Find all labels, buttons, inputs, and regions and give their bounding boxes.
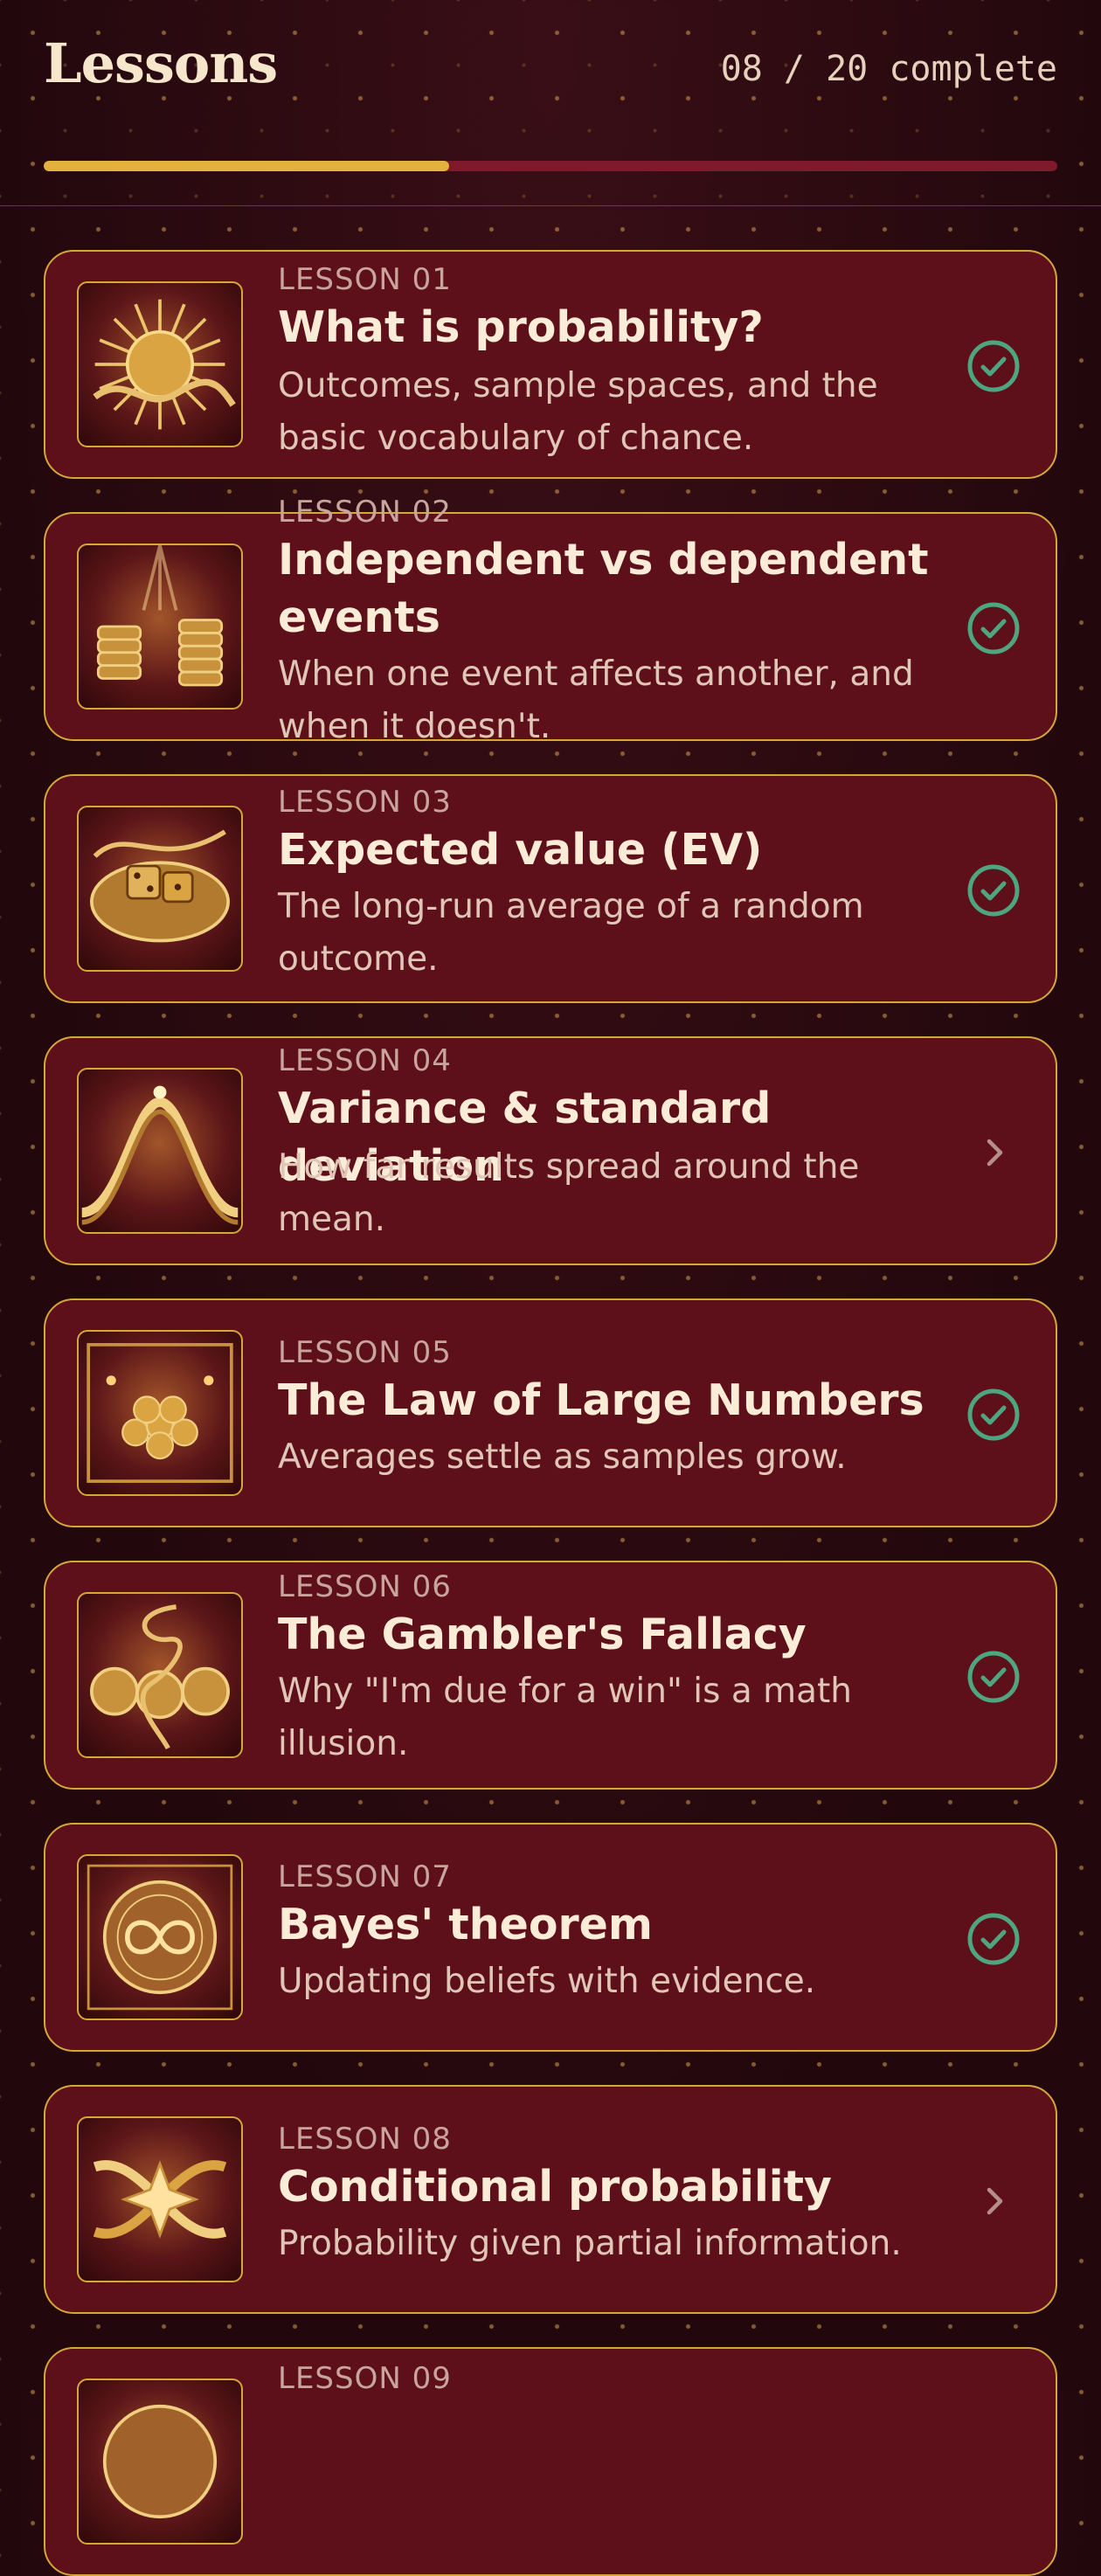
- infinity-medallion-icon: [87, 1864, 233, 2011]
- progress-bar-fill: [44, 161, 449, 171]
- lesson-title: The Gambler's Fallacy: [278, 1610, 807, 1659]
- progress-counter: 08 / 20 complete: [720, 49, 1057, 89]
- lesson-thumbnail: [77, 2116, 243, 2282]
- lesson-title: The Law of Large Numbers: [278, 1375, 924, 1425]
- chevron-right-icon: [966, 2174, 1021, 2228]
- lesson-thumbnail: [77, 544, 243, 710]
- lesson-number: LESSON 04: [278, 1043, 452, 1078]
- header: Lessons 08 / 20 complete: [0, 0, 1101, 206]
- lesson-card[interactable]: LESSON 01 What is probability? Outcomes,…: [44, 250, 1057, 479]
- lesson-description: When one event affects another, and when…: [278, 654, 914, 746]
- lesson-number: LESSON 03: [278, 785, 452, 820]
- lesson-description: The long-run average of a random outcome…: [278, 887, 864, 979]
- dice-icon: [90, 829, 230, 943]
- check-circle-icon: [966, 1388, 1021, 1442]
- lesson-card[interactable]: LESSON 08 Conditional probability Probab…: [44, 2085, 1057, 2314]
- lesson-description: How far results spread around the mean.: [278, 1147, 860, 1239]
- lesson-title: Expected value (EV): [278, 825, 763, 875]
- lesson-description: Updating beliefs with evidence.: [278, 1962, 816, 2001]
- lesson-thumbnail: [77, 2379, 243, 2545]
- three-coins-icon: [90, 1604, 230, 1750]
- lesson-card[interactable]: LESSON 03 Expected value (EV) The long-r…: [44, 774, 1057, 1003]
- lesson-card[interactable]: LESSON 05 The Law of Large Numbers Avera…: [44, 1298, 1057, 1527]
- check-circle-icon: [966, 863, 1021, 918]
- lesson-card[interactable]: LESSON 07 Bayes' theorem Updating belief…: [44, 1823, 1057, 2052]
- bell-curve-icon: [80, 1085, 239, 1225]
- lesson-thumbnail: [77, 1330, 243, 1496]
- lesson-number: LESSON 08: [278, 2122, 452, 2157]
- lesson-number: LESSON 06: [278, 1569, 452, 1604]
- lesson-thumbnail: [77, 281, 243, 447]
- golden-sun-icon: [93, 299, 236, 430]
- lesson-thumbnail: [77, 806, 243, 972]
- lesson-card[interactable]: LESSON 06 The Gambler's Fallacy Why "I'm…: [44, 1561, 1057, 1790]
- lesson-card[interactable]: LESSON 04 Variance & standard deviation …: [44, 1036, 1057, 1265]
- chevron-right-icon: [966, 1125, 1021, 1180]
- lesson-card[interactable]: LESSON 09: [44, 2347, 1057, 2576]
- lesson-title: Conditional probability: [278, 2162, 832, 2212]
- progress-bar: [44, 161, 1057, 171]
- lesson-description: Why "I'm due for a win" is a math illusi…: [278, 1672, 853, 1763]
- check-circle-icon: [966, 1912, 1021, 1966]
- lesson-description: Probability given partial information.: [278, 2224, 902, 2263]
- lesson-number: LESSON 01: [278, 262, 452, 297]
- lesson-thumbnail: [77, 1592, 243, 1758]
- lesson-number: LESSON 05: [278, 1335, 452, 1370]
- page-title: Lessons: [44, 31, 278, 95]
- lesson-number: LESSON 02: [278, 495, 452, 530]
- lesson-thumbnail: [77, 1068, 243, 1234]
- lesson-description: Averages settle as samples grow.: [278, 1437, 847, 1477]
- lesson-title: Bayes' theorem: [278, 1900, 653, 1949]
- lesson-description: Outcomes, sample spaces, and the basic v…: [278, 366, 878, 458]
- lesson-thumbnail: [77, 1854, 243, 2020]
- check-circle-icon: [966, 339, 1021, 393]
- lesson-number: LESSON 07: [278, 1859, 452, 1894]
- lesson-title: What is probability?: [278, 302, 764, 352]
- check-circle-icon: [966, 1650, 1021, 1704]
- coin-pile-icon: [87, 1343, 233, 1483]
- coin-stacks-icon: [96, 545, 224, 687]
- ribbon-star-icon: [93, 2160, 227, 2239]
- lesson-number: LESSON 09: [278, 2361, 452, 2396]
- medallion-icon: [102, 2404, 218, 2519]
- lesson-card[interactable]: LESSON 02 Independent vs dependent event…: [44, 495, 1057, 746]
- check-circle-icon: [966, 601, 1021, 655]
- lesson-title: Independent vs dependent events: [278, 535, 929, 642]
